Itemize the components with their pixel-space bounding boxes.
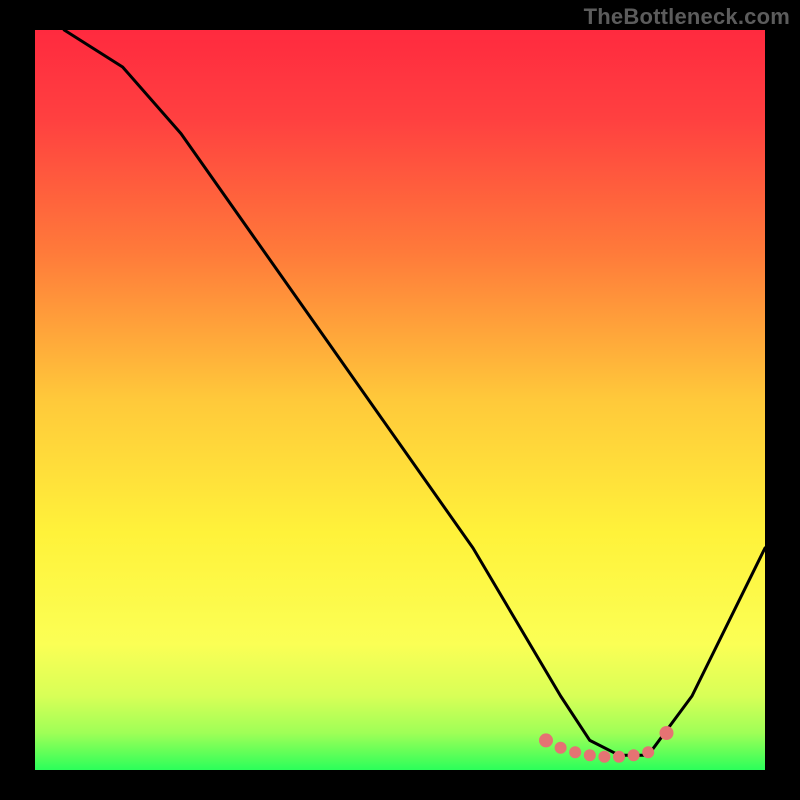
marker-dot xyxy=(569,746,581,758)
marker-dot xyxy=(539,733,553,747)
chart-container: TheBottleneck.com xyxy=(0,0,800,800)
marker-dot xyxy=(584,749,596,761)
marker-dot xyxy=(555,742,567,754)
marker-dot xyxy=(660,726,674,740)
marker-dot xyxy=(598,751,610,763)
marker-dot xyxy=(642,746,654,758)
marker-dot xyxy=(613,751,625,763)
plot-area xyxy=(35,30,765,770)
watermark-text: TheBottleneck.com xyxy=(584,4,790,30)
chart-svg xyxy=(0,0,800,800)
marker-dot xyxy=(628,749,640,761)
